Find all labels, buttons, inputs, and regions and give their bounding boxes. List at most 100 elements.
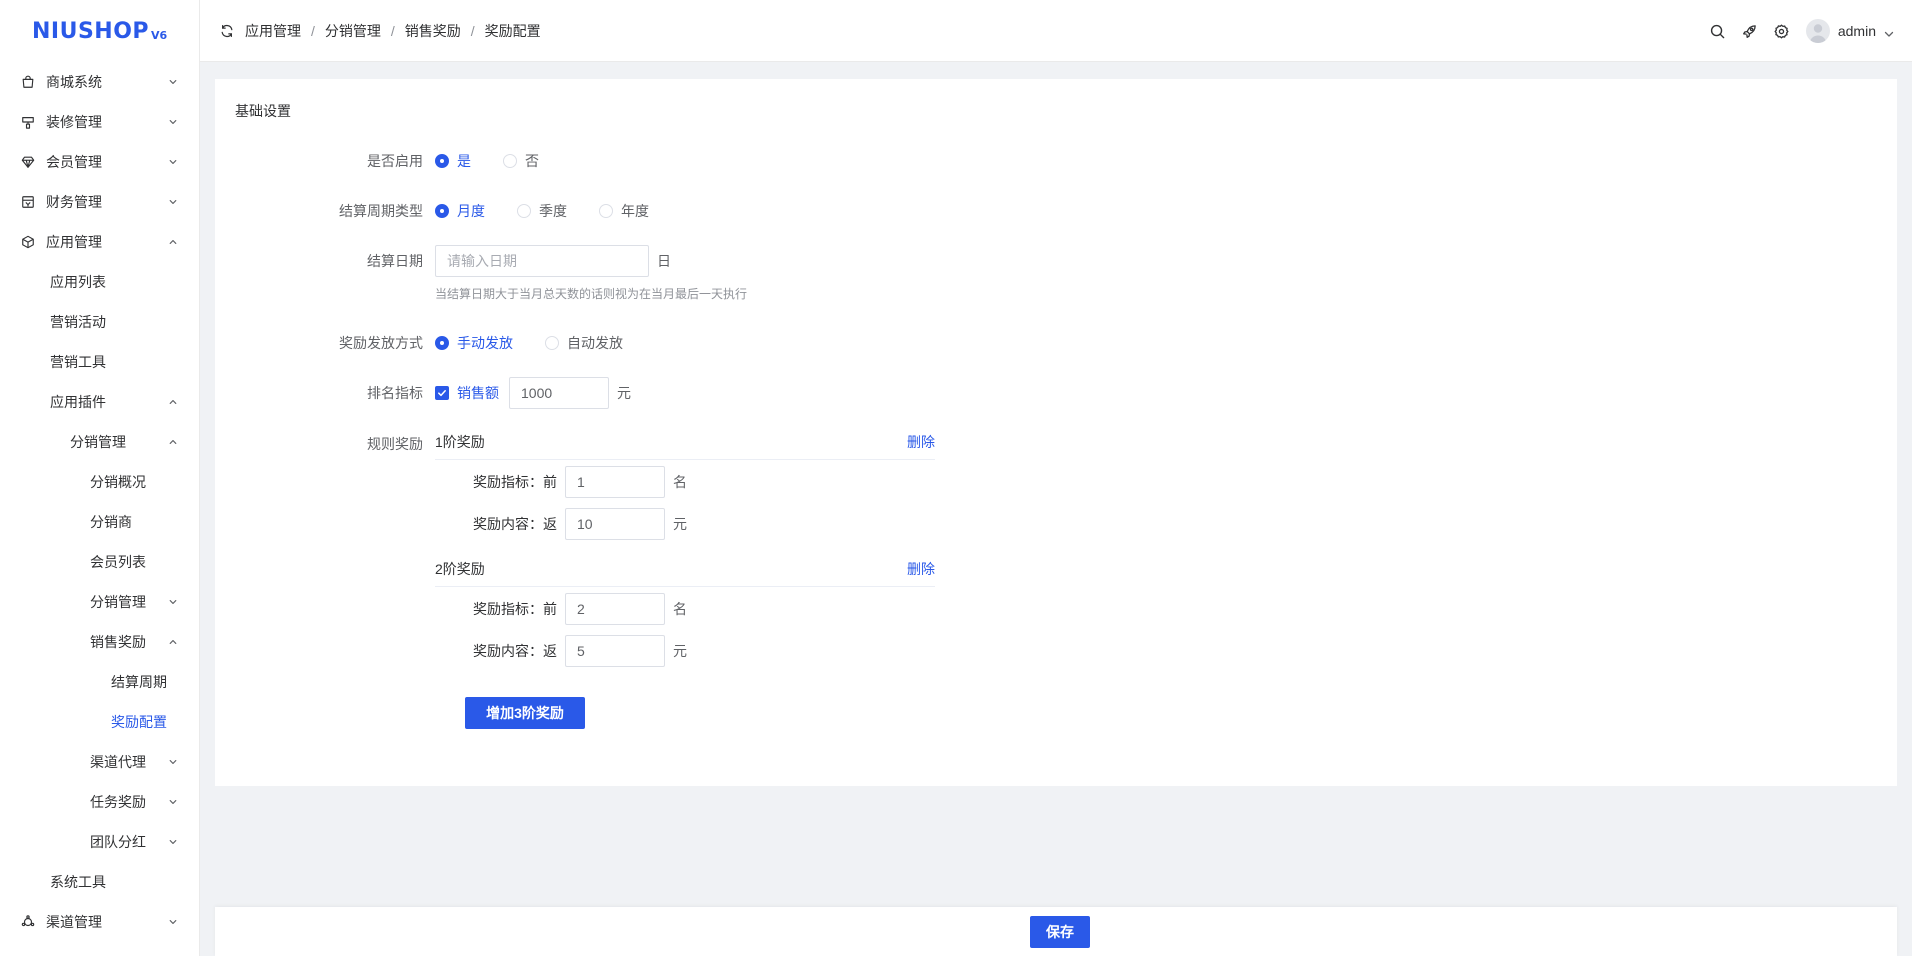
date-input[interactable] [435, 245, 649, 277]
sidebar-item[interactable]: 渠道代理 [0, 742, 199, 782]
ranking-unit: 元 [617, 385, 631, 401]
sidebar-item[interactable]: 分销概况 [0, 462, 199, 502]
chevron-down-icon [169, 118, 177, 126]
cycle-radio-option[interactable]: 年度 [599, 201, 649, 221]
sidebar-item-label: 应用管理 [46, 234, 102, 250]
sidebar-item[interactable]: 会员管理 [0, 142, 199, 182]
delete-tier-link[interactable]: 删除 [907, 559, 935, 579]
sidebar-item[interactable]: 团队分红 [0, 822, 199, 862]
chevron-down-icon [169, 918, 177, 926]
user-name[interactable]: admin [1838, 23, 1876, 39]
sidebar-item[interactable]: 会员列表 [0, 542, 199, 582]
gear-icon[interactable] [1774, 23, 1790, 39]
sidebar-item[interactable]: 系统工具 [0, 862, 199, 902]
logo[interactable]: NIUSHOP V6 [0, 0, 199, 62]
ranking-value-input[interactable] [509, 377, 609, 409]
sidebar-item-label: 财务管理 [46, 194, 102, 210]
sidebar-item[interactable]: 销售奖励 [0, 622, 199, 662]
cycle-radio-option[interactable]: 季度 [517, 201, 567, 221]
sidebar-item[interactable]: 应用插件 [0, 382, 199, 422]
breadcrumb-item[interactable]: 应用管理 [245, 21, 301, 41]
add-tier-button[interactable]: 增加3阶奖励 [465, 697, 585, 729]
cycle-radio-label: 季度 [539, 203, 567, 219]
sidebar-item-label: 分销管理 [90, 594, 146, 610]
save-button[interactable]: 保存 [1030, 915, 1090, 948]
channel-icon [20, 914, 36, 930]
sidebar-item[interactable]: 商城系统 [0, 62, 199, 102]
sales-checkbox[interactable]: 销售额 [435, 383, 499, 403]
sidebar-item[interactable]: 分销管理 [0, 582, 199, 622]
enable-label: 是否启用 [367, 153, 423, 169]
sidebar-item[interactable]: 财务管理 [0, 182, 199, 222]
rocket-icon[interactable] [1742, 23, 1758, 39]
chevron-down-icon [169, 198, 177, 206]
payout-radio-option[interactable]: 手动发放 [435, 333, 513, 353]
tier-indicator-label: 奖励指标：前 [473, 601, 557, 617]
sidebar-item[interactable]: 任务奖励 [0, 782, 199, 822]
enable-radio-option[interactable]: 是 [435, 151, 471, 171]
tier-header: 1阶奖励 删除 [435, 432, 935, 460]
breadcrumb-item[interactable]: 销售奖励 [405, 21, 461, 41]
diamond-icon [20, 154, 36, 170]
radio-dot-icon [435, 154, 449, 168]
chevron-up-icon [169, 438, 177, 446]
payout-radio-option[interactable]: 自动发放 [545, 333, 623, 353]
sidebar-item[interactable]: 结算周期 [0, 662, 199, 702]
sidebar-item[interactable]: 渠道管理 [0, 902, 199, 942]
sidebar-item[interactable]: 装修管理 [0, 102, 199, 142]
delete-tier-link[interactable]: 删除 [907, 432, 935, 452]
radio-dot-icon [435, 204, 449, 218]
sidebar-item-label: 装修管理 [46, 114, 102, 130]
breadcrumb: 应用管理 / 分销管理 / 销售奖励 / 奖励配置 [245, 21, 541, 41]
sidebar-item-label: 分销管理 [70, 434, 126, 450]
sidebar-item[interactable]: 营销活动 [0, 302, 199, 342]
breadcrumb-item: 奖励配置 [484, 22, 541, 39]
enable-radio-label: 否 [525, 153, 539, 169]
header-actions: admin [1694, 0, 1894, 62]
sidebar-item-label: 渠道管理 [46, 914, 102, 930]
date-hint: 当结算日期大于当月总天数的话则视为在当月最后一天执行 [435, 287, 748, 301]
chevron-up-icon [169, 238, 177, 246]
tier-content-input[interactable] [565, 635, 665, 667]
avatar[interactable] [1805, 19, 1830, 43]
date-label: 结算日期 [367, 253, 423, 269]
brush-icon [20, 114, 36, 130]
sidebar: NIUSHOP V6 商城系统装修管理会员管理财务管理应用管理应用列表 营销活动营… [0, 0, 200, 956]
logo-version: V6 [151, 28, 168, 42]
enable-row: 是否启用 是否 [215, 151, 1897, 171]
sidebar-item-label: 任务奖励 [90, 794, 146, 810]
cycle-radio-option[interactable]: 月度 [435, 201, 485, 221]
sidebar-item[interactable]: 应用列表 [0, 262, 199, 302]
cycle-label: 结算周期类型 [339, 203, 423, 219]
refresh-icon[interactable] [219, 23, 235, 39]
enable-radio-group: 是否 [435, 151, 571, 171]
sidebar-item[interactable]: 应用管理 [0, 222, 199, 262]
sidebar-item[interactable]: 分销商 [0, 502, 199, 542]
enable-radio-option[interactable]: 否 [503, 151, 539, 171]
chevron-down-icon[interactable] [1884, 26, 1894, 37]
chevron-down-icon [169, 78, 177, 86]
tier-indicator-input[interactable] [565, 466, 665, 498]
sidebar-item[interactable]: 营销工具 [0, 342, 199, 382]
tier-title: 2阶奖励 [435, 561, 485, 577]
cycle-radio-label: 年度 [621, 203, 649, 219]
sidebar-item[interactable]: 奖励配置 [0, 702, 199, 742]
sales-checkbox-label: 销售额 [457, 385, 499, 401]
chevron-down-icon [169, 598, 177, 606]
sidebar-item-label: 渠道代理 [90, 754, 146, 770]
sidebar-item[interactable]: 分销管理 [0, 422, 199, 462]
finance-icon [20, 194, 36, 210]
config-card: 基础设置 是否启用 是否 结算周期类型 月度季度年度 结算日期 日 当结算日期大… [215, 79, 1897, 786]
radio-dot-icon [435, 336, 449, 350]
sidebar-item-label: 分销商 [90, 514, 132, 530]
chevron-down-icon [169, 758, 177, 766]
search-icon[interactable] [1710, 23, 1726, 39]
tier-indicator-input[interactable] [565, 593, 665, 625]
tier-content-input[interactable] [565, 508, 665, 540]
tier-content-row: 奖励内容：返 元 [465, 635, 687, 667]
radio-dot-icon [517, 204, 531, 218]
breadcrumb-item[interactable]: 分销管理 [325, 21, 381, 41]
sidebar-item-label: 系统工具 [50, 874, 106, 890]
cycle-radio-group: 月度 季度 年度 [435, 201, 681, 221]
sidebar-item-label: 营销工具 [50, 354, 106, 370]
